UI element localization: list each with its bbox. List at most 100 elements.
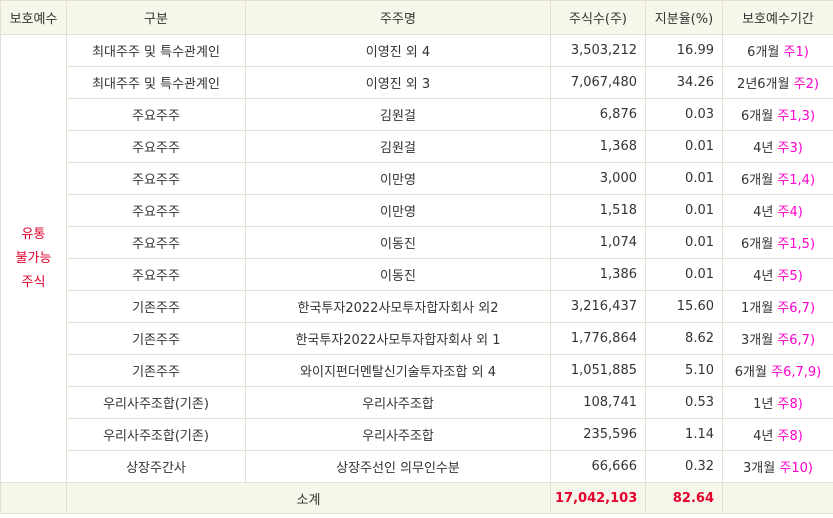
- subtotal-ratio: 82.64: [645, 482, 723, 514]
- shares-cell: 7,067,480: [550, 66, 646, 99]
- subtotal-period-empty: [722, 482, 833, 514]
- footnote-ref: 주6,7): [777, 333, 816, 348]
- category-cell: 기존주주: [66, 290, 246, 323]
- footnote-ref: 주1,5): [777, 237, 816, 252]
- subtotal-shares: 17,042,103: [550, 482, 646, 514]
- period-cell: 4년 주8): [722, 418, 833, 451]
- period-value: 4년: [753, 269, 774, 284]
- holder-cell: 김원걸: [245, 98, 551, 131]
- lockup-type-cell: 유통 불가능 주식: [0, 34, 67, 483]
- footnote-ref: 주6,7): [777, 301, 816, 316]
- period-value: 2년6개월: [737, 77, 790, 92]
- shares-cell: 66,666: [550, 450, 646, 483]
- table-row: 최대주주 및 특수관계인 이영진 외 3 7,067,480 34.26 2년6개월 주…: [1, 66, 833, 99]
- shares-cell: 235,596: [550, 418, 646, 451]
- category-cell: 기존주주: [66, 354, 246, 387]
- ratio-cell: 8.62: [645, 322, 723, 355]
- category-cell: 주요주주: [66, 162, 246, 195]
- holder-cell: 우리사주조합: [245, 418, 551, 451]
- holder-cell: 이영진 외 3: [245, 66, 551, 99]
- period-value: 6개월: [747, 45, 780, 60]
- period-cell: 6개월 주1,4): [722, 162, 833, 195]
- holder-cell: 우리사주조합: [245, 386, 551, 419]
- category-cell: 주요주주: [66, 98, 246, 131]
- table-row: 주요주주 이동진 1,074 0.01 6개월 주1,5): [1, 226, 833, 259]
- period-cell: 6개월 주1,5): [722, 226, 833, 259]
- category-cell: 주요주주: [66, 258, 246, 291]
- header-lockup: 보호예수: [0, 0, 67, 35]
- period-value: 4년: [753, 141, 774, 156]
- footnote-ref: 주2): [793, 77, 819, 92]
- ratio-cell: 0.01: [645, 258, 723, 291]
- category-cell: 우리사주조합(기존): [66, 386, 246, 419]
- ratio-cell: 0.32: [645, 450, 723, 483]
- ratio-cell: 0.03: [645, 98, 723, 131]
- holder-cell: 김원걸: [245, 130, 551, 163]
- holder-cell: 이만영: [245, 194, 551, 227]
- footnote-ref: 주8): [777, 397, 803, 412]
- lockup-table: 보호예수 구분 주주명 주식수(주) 지분율(%) 보호예수기간 유통 불가능 …: [0, 0, 833, 514]
- header-row: 보호예수 구분 주주명 주식수(주) 지분율(%) 보호예수기간: [0, 0, 833, 35]
- footnote-ref: 주1,3): [777, 109, 816, 124]
- period-cell: 2년6개월 주2): [722, 66, 833, 99]
- period-cell: 6개월 주6,7,9): [722, 354, 833, 387]
- table-row: 상장주간사 상장주선인 의무인수분 66,666 0.32 3개월 주10): [1, 450, 833, 483]
- shares-cell: 3,216,437: [550, 290, 646, 323]
- period-value: 4년: [753, 429, 774, 444]
- holder-cell: 상장주선인 의무인수분: [245, 450, 551, 483]
- period-value: 6개월: [734, 365, 767, 380]
- period-cell: 1개월 주6,7): [722, 290, 833, 323]
- table-row: 우리사주조합(기존) 우리사주조합 108,741 0.53 1년 주8): [1, 386, 833, 419]
- period-cell: 4년 주3): [722, 130, 833, 163]
- table-row: 우리사주조합(기존) 우리사주조합 235,596 1.14 4년 주8): [1, 418, 833, 451]
- category-cell: 주요주주: [66, 194, 246, 227]
- table-row: 주요주주 김원걸 1,368 0.01 4년 주3): [1, 130, 833, 163]
- footnote-ref: 주8): [777, 429, 803, 444]
- ratio-cell: 16.99: [645, 34, 723, 67]
- footnote-ref: 주5): [777, 269, 803, 284]
- period-cell: 3개월 주6,7): [722, 322, 833, 355]
- table-row: 유통 불가능 주식 최대주주 및 특수관계인 이영진 외 4 3,503,212…: [0, 34, 833, 483]
- shares-cell: 108,741: [550, 386, 646, 419]
- period-value: 3개월: [740, 333, 774, 348]
- footnote-ref: 주10): [779, 461, 813, 476]
- footnote-ref: 주4): [777, 205, 803, 220]
- table-row: 기존주주 한국투자2022사모투자합자회사 외2 3,216,437 15.60 1개월…: [1, 290, 833, 323]
- table-row: 주요주주 이만영 1,518 0.01 4년 주4): [1, 194, 833, 227]
- shares-cell: 6,876: [550, 98, 646, 131]
- subtotal-row: 소계 17,042,103 82.64: [0, 482, 833, 514]
- table-row: 기존주주 한국투자2022사모투자합자회사 외 1 1,776,864 8.62 3개월…: [1, 322, 833, 355]
- table-row: 주요주주 김원걸 6,876 0.03 6개월 주1,3): [1, 98, 833, 131]
- period-value: 6개월: [740, 237, 774, 252]
- period-value: 3개월: [743, 461, 776, 476]
- table-row: 주요주주 이동진 1,386 0.01 4년 주5): [1, 258, 833, 291]
- shares-cell: 3,000: [550, 162, 646, 195]
- footnote-ref: 주3): [777, 141, 803, 156]
- ratio-cell: 0.01: [645, 194, 723, 227]
- shares-cell: 3,503,212: [550, 34, 646, 67]
- holder-cell: 와이지펀더멘탈신기술투자조합 외 4: [245, 354, 551, 387]
- category-cell: 우리사주조합(기존): [66, 418, 246, 451]
- holder-cell: 한국투자2022사모투자합자회사 외2: [245, 290, 551, 323]
- table-row: 기존주주 와이지펀더멘탈신기술투자조합 외 4 1,051,885 5.10 6개월 주…: [1, 354, 833, 387]
- lockup-type-line: 주식: [21, 274, 46, 290]
- shares-cell: 1,776,864: [550, 322, 646, 355]
- lockup-type-line: 불가능: [15, 250, 52, 266]
- shares-cell: 1,051,885: [550, 354, 646, 387]
- table-body: 유통 불가능 주식 최대주주 및 특수관계인 이영진 외 4 3,503,212…: [0, 34, 833, 483]
- period-cell: 6개월 주1,3): [722, 98, 833, 131]
- category-cell: 상장주간사: [66, 450, 246, 483]
- holder-cell: 이영진 외 4: [245, 34, 551, 67]
- category-cell: 주요주주: [66, 226, 246, 259]
- header-category: 구분: [66, 0, 246, 35]
- ratio-cell: 0.01: [645, 226, 723, 259]
- period-cell: 1년 주8): [722, 386, 833, 419]
- shares-cell: 1,074: [550, 226, 646, 259]
- ratio-cell: 15.60: [645, 290, 723, 323]
- category-cell: 최대주주 및 특수관계인: [66, 34, 246, 67]
- header-holder: 주주명: [245, 0, 551, 35]
- period-cell: 6개월 주1): [722, 34, 833, 67]
- shares-cell: 1,518: [550, 194, 646, 227]
- period-value: 1년: [753, 397, 774, 412]
- ratio-cell: 34.26: [645, 66, 723, 99]
